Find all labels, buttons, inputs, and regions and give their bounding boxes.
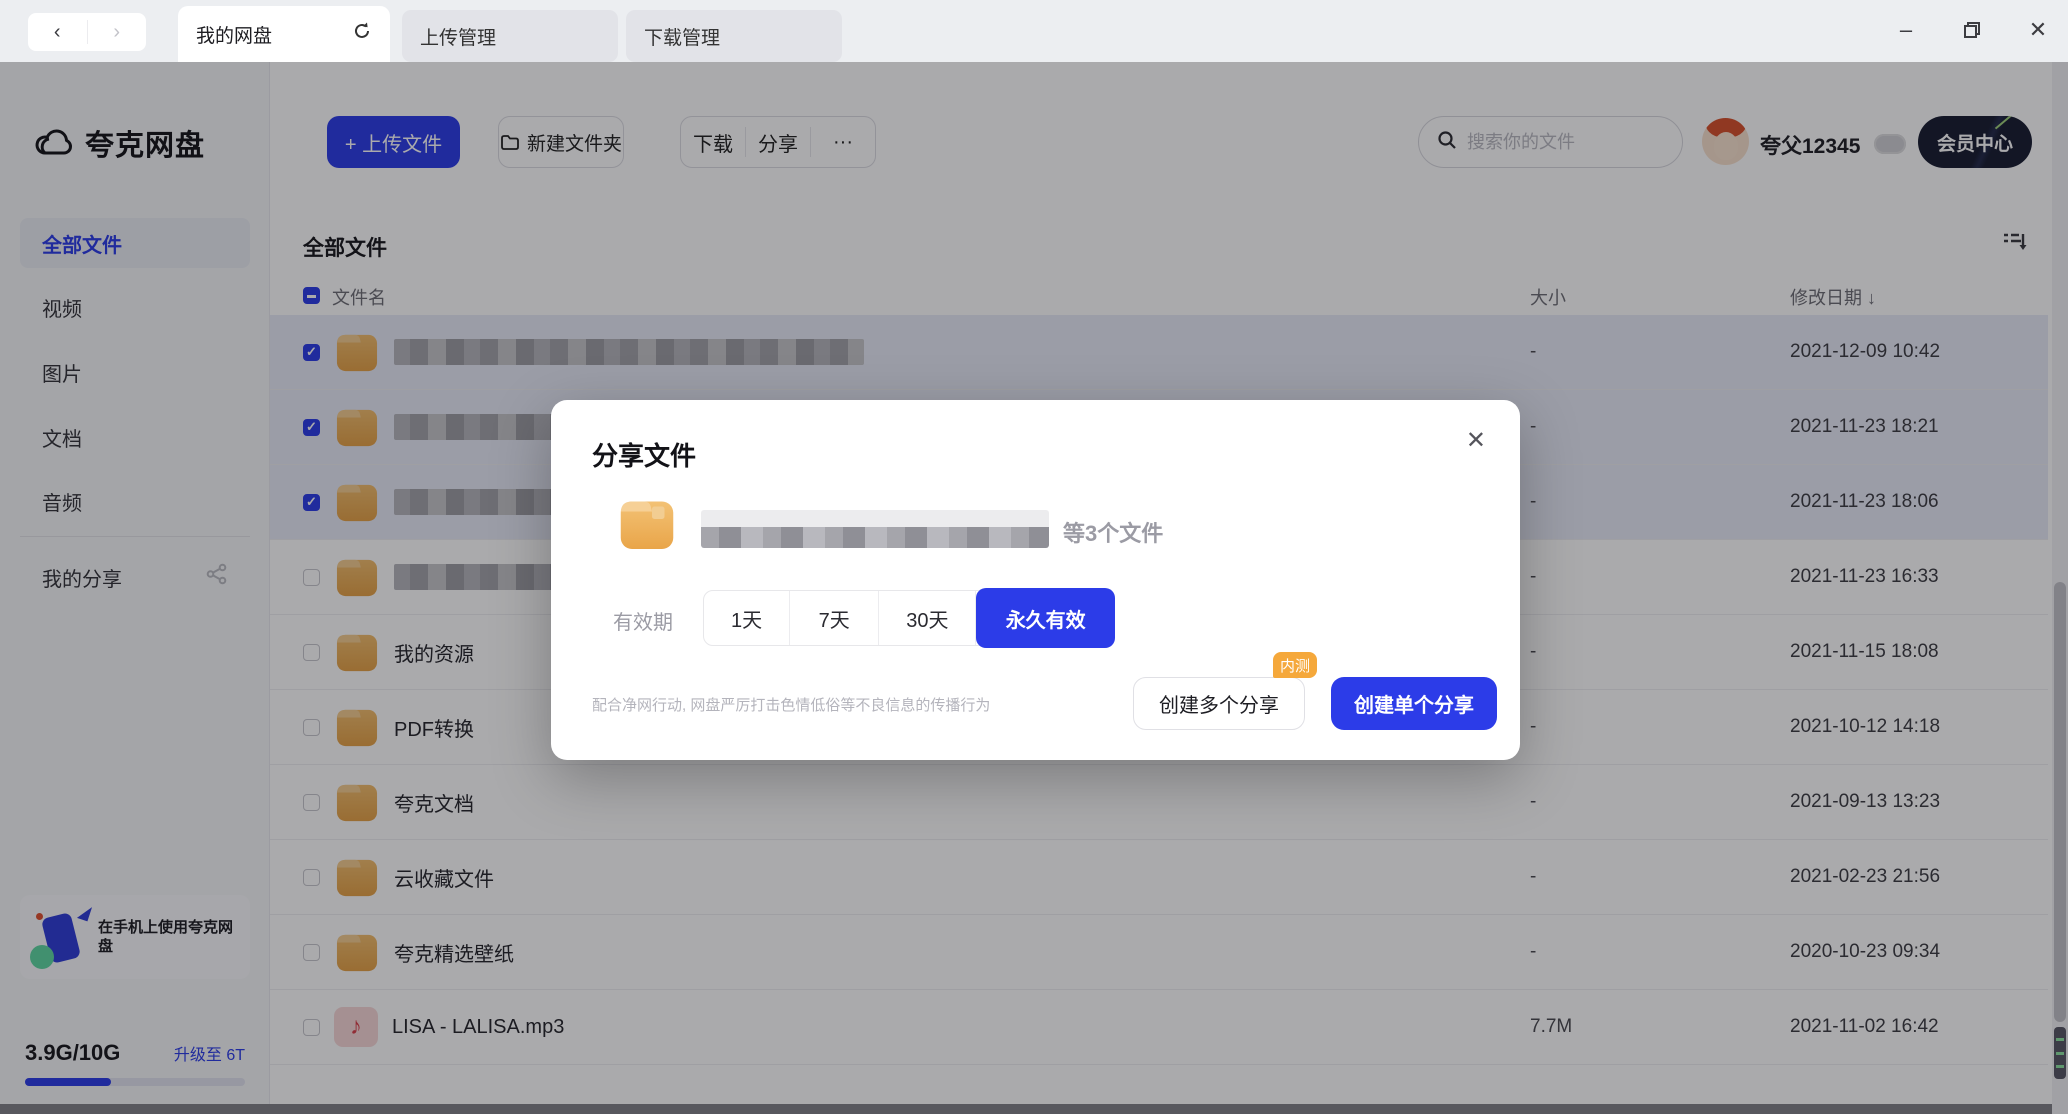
validity-7days[interactable]: 7天 xyxy=(790,591,880,645)
create-multi-share-button[interactable]: 创建多个分享 xyxy=(1133,677,1305,730)
validity-label: 有效期 xyxy=(613,612,673,634)
validity-permanent[interactable]: 永久有效 xyxy=(976,588,1116,648)
app-window: ‹ › 我的网盘 上传管理 下载管理 – ✕ 夸克网盘 全部文件 视频 图片 文… xyxy=(0,0,2068,1114)
validity-1day[interactable]: 1天 xyxy=(704,591,791,645)
tab-download-manager[interactable]: 下载管理 xyxy=(626,10,842,62)
close-window-icon[interactable]: ✕ xyxy=(2016,12,2060,48)
redacted-share-filename xyxy=(701,510,1049,548)
tab-label: 上传管理 xyxy=(420,27,497,49)
tab-label: 下载管理 xyxy=(644,27,721,49)
minimize-icon[interactable]: – xyxy=(1884,12,1928,48)
share-files-count: 等3个文件 xyxy=(1063,521,1164,546)
dialog-close-icon[interactable]: ✕ xyxy=(1466,426,1486,455)
validity-options: 1天 7天 30天 永久有效 xyxy=(703,588,1116,648)
tab-my-drive[interactable]: 我的网盘 xyxy=(178,6,390,62)
title-bar: ‹ › 我的网盘 上传管理 下载管理 – ✕ xyxy=(0,0,2068,62)
nav-buttons: ‹ › xyxy=(28,13,146,51)
validity-30days[interactable]: 30天 xyxy=(879,591,977,645)
folder-icon xyxy=(617,496,677,557)
back-icon[interactable]: ‹ xyxy=(28,21,87,44)
create-single-share-button[interactable]: 创建单个分享 xyxy=(1331,677,1497,730)
dialog-title: 分享文件 xyxy=(592,441,697,471)
forward-icon[interactable]: › xyxy=(88,21,147,44)
tab-label: 我的网盘 xyxy=(196,25,273,47)
beta-badge: 内测 xyxy=(1273,652,1317,678)
tab-upload-manager[interactable]: 上传管理 xyxy=(402,10,618,62)
disclaimer-text: 配合净网行动, 网盘严厉打击色情低俗等不良信息的传播行为 xyxy=(592,697,991,714)
refresh-icon[interactable] xyxy=(352,21,372,47)
restore-icon[interactable] xyxy=(1950,12,1994,48)
share-dialog: 分享文件 ✕ 等3个文件 有效期 1天 7天 30天 永久有效 配合净网行动, … xyxy=(551,400,1520,760)
